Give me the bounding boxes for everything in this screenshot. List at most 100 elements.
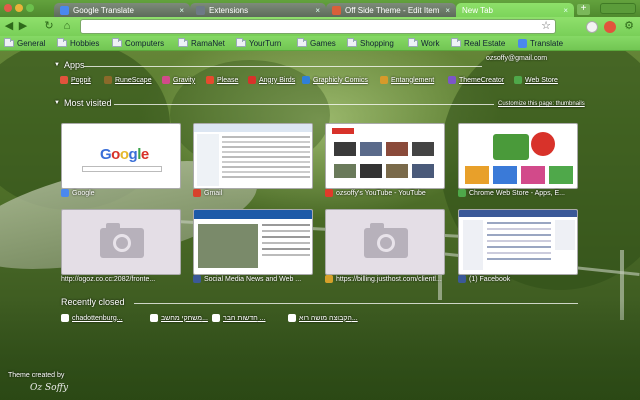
close-tab-icon[interactable]: ×: [445, 6, 450, 15]
folder-icon: [451, 38, 461, 47]
recently-closed-item-3[interactable]: חדשות חבר ...: [212, 313, 266, 323]
bookmark-label: Real Estate: [464, 39, 506, 48]
new-tab-button[interactable]: +: [577, 4, 590, 15]
tile-title-chrome-web-store[interactable]: Chrome Web Store - Apps, E...: [458, 188, 578, 198]
facebook-right-column: [555, 220, 575, 250]
bookmark-folder-real-estate[interactable]: Real Estate: [451, 37, 505, 50]
customize-thumbnails-link[interactable]: Customize this page: thumbnails: [498, 101, 585, 107]
forward-arrow-icon[interactable]: ▶: [16, 20, 30, 33]
close-window-button[interactable]: [4, 4, 12, 12]
app-entanglement[interactable]: Entanglement: [380, 75, 434, 85]
apps-section-header[interactable]: ▼ Apps: [54, 60, 84, 70]
wrench-menu-icon[interactable]: ⚙: [622, 20, 636, 33]
app-label: Please: [217, 76, 239, 84]
tile-title-mashable[interactable]: Social Media News and Web ...: [193, 274, 313, 284]
app-label: ThemeCreator: [459, 76, 505, 84]
close-tab-icon[interactable]: ×: [315, 6, 320, 15]
app-label: Gravity: [173, 76, 196, 84]
tile-label: http://ogoz.co.cc:2082/fronte...: [61, 275, 156, 283]
omnibox[interactable]: ☆: [80, 19, 556, 34]
app-web-store[interactable]: Web Store: [514, 75, 558, 85]
tile-label: (1) Facebook: [469, 275, 511, 283]
tile-title-justhost[interactable]: https://billing.justhost.com/clientl...: [325, 274, 445, 284]
thumbnail-chrome-web-store[interactable]: [458, 123, 578, 189]
recently-closed-item-4[interactable]: הקבוצה מושה רוא...: [288, 313, 358, 323]
tile-title-google[interactable]: Google: [61, 188, 181, 198]
tile-title-facebook[interactable]: (1) Facebook: [458, 274, 578, 284]
back-arrow-icon[interactable]: ◀: [2, 20, 16, 33]
most-visited-divider: [114, 104, 494, 105]
apps-divider: [84, 66, 482, 67]
bookmark-translate[interactable]: Translate: [518, 37, 563, 50]
thumbnail-placeholder-1[interactable]: [61, 209, 181, 275]
close-tab-icon[interactable]: ×: [563, 6, 568, 15]
recently-closed-label: חדשות חבר ...: [223, 314, 266, 322]
bookmark-folder-computers[interactable]: Computers: [112, 37, 164, 50]
youtube-video-thumbs-row2: [334, 164, 356, 178]
tab-title: Off Side Theme - Edit Item: [345, 5, 440, 15]
collapse-triangle-icon: ▼: [54, 62, 60, 68]
tab-extensions[interactable]: Extensions ×: [190, 3, 326, 17]
tab-off-side-theme[interactable]: Off Side Theme - Edit Item ×: [326, 3, 456, 17]
extension-red-icon[interactable]: [604, 21, 616, 33]
bookmark-folder-games[interactable]: Games: [297, 37, 336, 50]
folder-icon: [236, 38, 246, 47]
page-favicon-icon: [61, 314, 69, 322]
thumbnail-gmail[interactable]: [193, 123, 313, 189]
maximize-window-button[interactable]: [26, 4, 34, 12]
tile-label: Google: [72, 189, 95, 197]
tile-title-gmail[interactable]: Gmail: [193, 188, 313, 198]
thumbnail-placeholder-2[interactable]: [325, 209, 445, 275]
gmail-message-rows: [222, 136, 310, 138]
tile-title-youtube[interactable]: ozsoffy's YouTube - YouTube: [325, 188, 445, 198]
app-graphicly-comics[interactable]: Graphicly Comics: [302, 75, 368, 85]
bookmark-folder-hobbies[interactable]: Hobbies: [57, 37, 99, 50]
bookmark-folder-ramanet[interactable]: RamaNet: [178, 37, 225, 50]
tile-title-ogoz[interactable]: http://ogoz.co.cc:2082/fronte...: [61, 274, 181, 284]
bookmark-folder-shopping[interactable]: Shopping: [347, 37, 394, 50]
thumbnail-google[interactable]: Google: [61, 123, 181, 189]
folder-icon: [57, 38, 67, 47]
app-poppit[interactable]: Poppit: [60, 75, 91, 85]
thumbnail-mashable[interactable]: [193, 209, 313, 275]
tile-label: https://billing.justhost.com/clientl...: [336, 275, 442, 283]
folder-icon: [347, 38, 357, 47]
recently-closed-item-1[interactable]: chadottenburg...: [61, 313, 123, 323]
bookmark-folder-yourturn[interactable]: YourTurn: [236, 37, 281, 50]
mashable-text-lines: [262, 224, 310, 226]
app-runescape[interactable]: RuneScape: [104, 75, 152, 85]
apps-section-title: Apps: [63, 60, 85, 70]
home-icon[interactable]: ⌂: [60, 20, 74, 33]
mashable-header: [194, 210, 312, 219]
bookmark-label: Shopping: [360, 39, 394, 48]
folder-icon: [178, 38, 188, 47]
reload-icon[interactable]: ↻: [42, 20, 56, 33]
most-visited-header[interactable]: ▼ Most visited: [54, 98, 111, 108]
app-please[interactable]: Please: [206, 75, 238, 85]
theme-credit-text: Theme created by: [8, 372, 65, 379]
bookmark-star-icon[interactable]: ☆: [541, 20, 551, 33]
window-menu-buttons[interactable]: [600, 3, 636, 14]
themecreator-icon: [448, 76, 456, 84]
thumbnail-facebook[interactable]: [458, 209, 578, 275]
no-thumbnail-camera-icon: [364, 223, 408, 258]
recently-closed-item-2[interactable]: משחקי מחשב...: [150, 313, 208, 323]
app-themecreator[interactable]: ThemeCreator: [448, 75, 504, 85]
tab-new-tab[interactable]: New Tab ×: [456, 3, 574, 17]
app-label: Web Store: [525, 76, 558, 84]
runescape-icon: [104, 76, 112, 84]
web-store-favicon-icon: [458, 189, 466, 197]
page-favicon-icon: [150, 314, 158, 322]
extension-icon[interactable]: [586, 21, 598, 33]
bookmark-folder-general[interactable]: General: [4, 37, 45, 50]
folder-icon: [297, 38, 307, 47]
thumbnail-youtube[interactable]: [325, 123, 445, 189]
app-angry-birds[interactable]: Angry Birds: [248, 75, 295, 85]
close-tab-icon[interactable]: ×: [179, 6, 184, 15]
tab-google-translate[interactable]: Google Translate ×: [54, 3, 190, 17]
app-gravity[interactable]: Gravity: [162, 75, 195, 85]
mashable-photo: [198, 224, 258, 268]
minimize-window-button[interactable]: [15, 4, 23, 12]
google-translate-favicon-icon: [60, 5, 69, 15]
bookmark-folder-work[interactable]: Work: [408, 37, 440, 50]
